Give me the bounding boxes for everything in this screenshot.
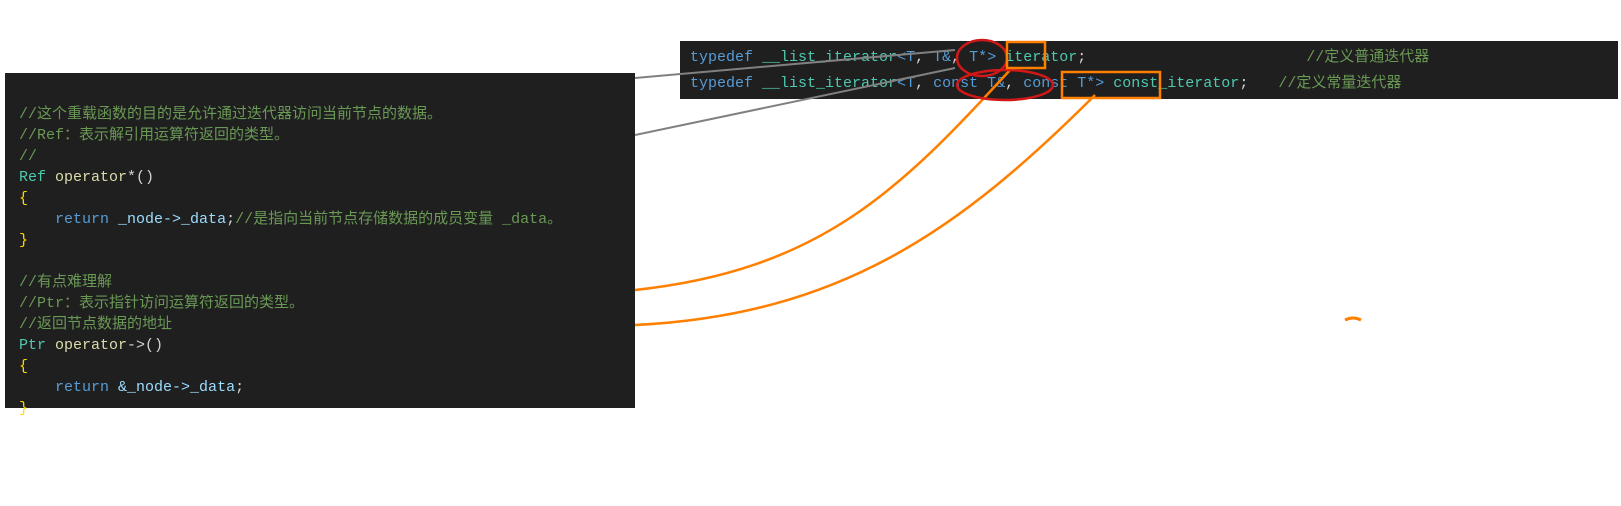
type-iterator: iterator bbox=[1005, 49, 1077, 66]
expr: _node->_data bbox=[118, 211, 226, 228]
comment: //定义常量迭代器 bbox=[1278, 75, 1401, 92]
tparam: T bbox=[906, 75, 915, 92]
kw-typedef: typedef bbox=[690, 49, 753, 66]
tparam: T bbox=[906, 49, 915, 66]
comment: //Ptr：表示指针访问运算符返回的类型。 bbox=[19, 295, 304, 312]
comment: //这个重载函数的目的是允许通过迭代器访问当前节点的数据。 bbox=[19, 106, 442, 123]
comment: //返回节点数据的地址 bbox=[19, 316, 172, 333]
tparam-ptr: T* bbox=[969, 49, 987, 66]
brace: { bbox=[19, 190, 28, 207]
comment: //定义普通迭代器 bbox=[1306, 49, 1429, 66]
code-block-right: typedef __list_iterator<T, T&, T*> itera… bbox=[680, 41, 1618, 99]
typedef-line-iterator: typedef __list_iterator<T, T&, T*> itera… bbox=[690, 45, 1608, 71]
tparam-const-ref: const T& bbox=[933, 75, 1005, 92]
comment: //有点难理解 bbox=[19, 274, 112, 291]
op: ->() bbox=[127, 337, 163, 354]
code-block-left: //这个重载函数的目的是允许通过迭代器访问当前节点的数据。 //Ref：表示解引… bbox=[5, 73, 635, 408]
type-ref: Ref bbox=[19, 169, 46, 186]
tparam-const-ptr: const T* bbox=[1023, 75, 1095, 92]
op: *() bbox=[127, 169, 154, 186]
kw-return: return bbox=[55, 211, 109, 228]
comment: //是指向当前节点存储数据的成员变量 _data。 bbox=[235, 211, 562, 228]
brace: } bbox=[19, 400, 28, 417]
type-list-iterator: __list_iterator bbox=[762, 75, 897, 92]
expr: &_node->_data bbox=[118, 379, 235, 396]
func-operator: operator bbox=[55, 169, 127, 186]
tparam-ref: T& bbox=[933, 49, 951, 66]
func-operator: operator bbox=[55, 337, 127, 354]
comment: // bbox=[19, 148, 37, 165]
type-ptr: Ptr bbox=[19, 337, 46, 354]
typedef-line-const-iterator: typedef __list_iterator<T, const T&, con… bbox=[690, 71, 1608, 97]
kw-return: return bbox=[55, 379, 109, 396]
type-const-iterator: const_iterator bbox=[1113, 75, 1239, 92]
brace: { bbox=[19, 358, 28, 375]
comment: //Ref：表示解引用运算符返回的类型。 bbox=[19, 127, 289, 144]
type-list-iterator: __list_iterator bbox=[762, 49, 897, 66]
brace: } bbox=[19, 232, 28, 249]
kw-typedef: typedef bbox=[690, 75, 753, 92]
semi: ; bbox=[235, 379, 244, 396]
semi: ; bbox=[226, 211, 235, 228]
